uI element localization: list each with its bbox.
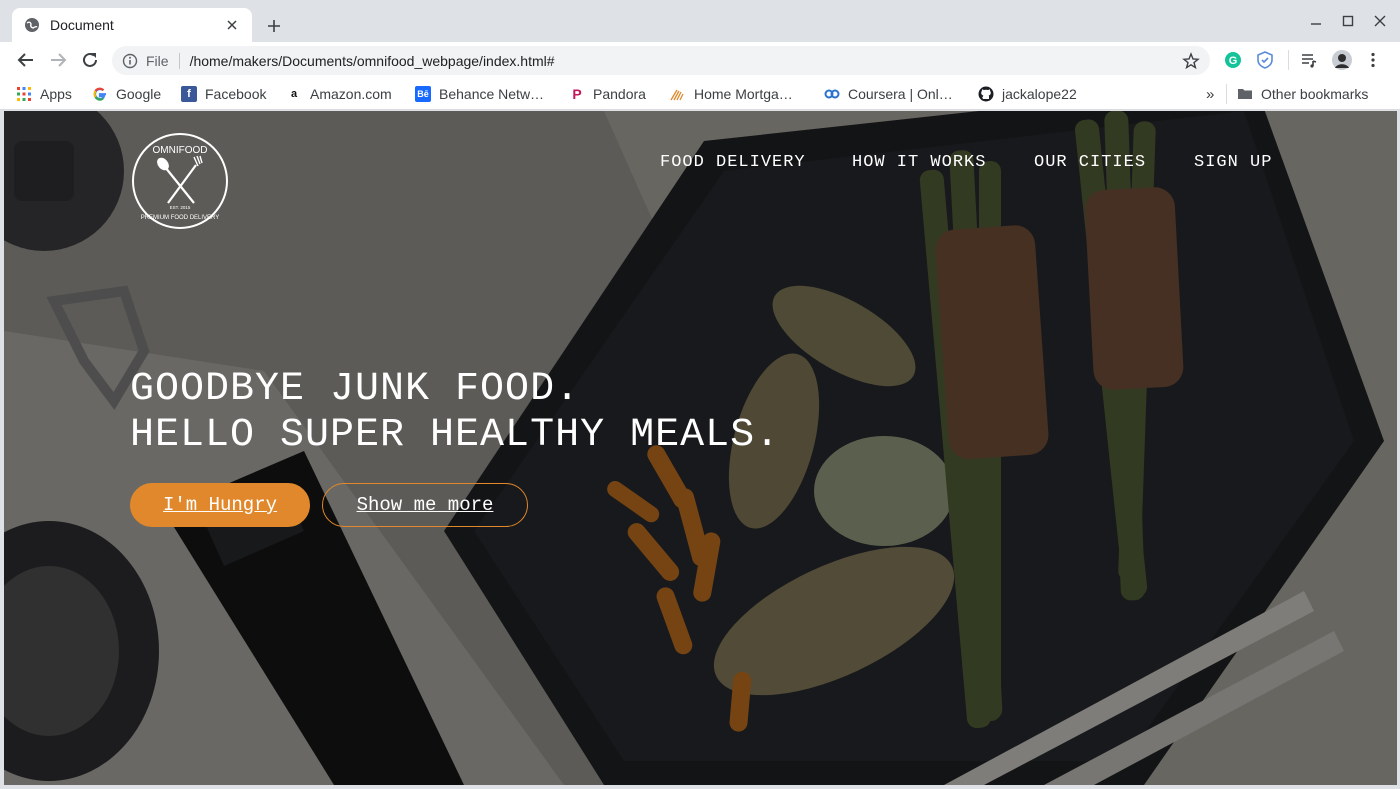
grammarly-icon[interactable]: G bbox=[1224, 51, 1242, 69]
nav-our-cities[interactable]: OUR CITIES bbox=[1034, 153, 1146, 172]
info-icon[interactable] bbox=[122, 53, 138, 69]
media-queue-icon[interactable] bbox=[1300, 51, 1318, 69]
page-viewport: OMNIFOOD EST. 2015 PREMIUM FOOD DELIVERY… bbox=[4, 111, 1397, 785]
maximize-icon[interactable] bbox=[1337, 10, 1359, 32]
address-bar[interactable]: File /home/makers/Documents/omnifood_web… bbox=[112, 46, 1210, 75]
svg-text:G: G bbox=[1229, 55, 1238, 67]
github-icon bbox=[978, 86, 994, 102]
new-tab-icon[interactable] bbox=[262, 14, 286, 38]
window-close-icon[interactable] bbox=[1369, 10, 1391, 32]
tab-strip: Document bbox=[0, 0, 1400, 42]
kebab-menu-icon[interactable] bbox=[1364, 51, 1382, 69]
other-bookmarks-folder[interactable]: Other bookmarks bbox=[1237, 84, 1368, 104]
coursera-icon bbox=[824, 86, 840, 102]
bookmark-label: Home Mortga… bbox=[694, 86, 793, 102]
forward-arrow-icon[interactable] bbox=[46, 48, 70, 72]
hero-heading-line-1: GOODBYE JUNK FOOD. bbox=[130, 367, 581, 412]
bookmark-apps[interactable]: Apps bbox=[16, 84, 72, 104]
close-tab-icon[interactable] bbox=[224, 17, 240, 33]
bookmark-label: Facebook bbox=[205, 86, 267, 102]
bookmarks-overflow-chevron-icon[interactable]: » bbox=[1206, 84, 1214, 104]
url-text[interactable]: /home/makers/Documents/omnifood_webpage/… bbox=[190, 53, 1182, 69]
omnifood-logo[interactable]: OMNIFOOD EST. 2015 PREMIUM FOOD DELIVERY bbox=[130, 131, 230, 231]
shield-extension-icon[interactable] bbox=[1256, 51, 1274, 69]
facebook-icon: f bbox=[181, 86, 197, 102]
browser-tab[interactable]: Document bbox=[12, 8, 252, 42]
bookmark-star-icon[interactable] bbox=[1182, 51, 1200, 70]
toolbar-divider bbox=[1288, 50, 1289, 70]
nav-food-delivery[interactable]: FOOD DELIVERY bbox=[660, 153, 806, 172]
bookmark-facebook[interactable]: f Facebook bbox=[181, 84, 266, 104]
home-mortgage-icon bbox=[670, 86, 686, 102]
bookmark-github[interactable]: jackalope22 bbox=[978, 84, 1077, 104]
logo-est: EST. 2015 bbox=[170, 205, 191, 210]
nav-how-it-works[interactable]: HOW IT WORKS bbox=[852, 153, 986, 172]
bookmark-google[interactable]: Google bbox=[92, 84, 161, 104]
bookmark-coursera[interactable]: Coursera | Onl… bbox=[824, 84, 953, 104]
url-divider bbox=[178, 52, 180, 69]
im-hungry-button[interactable]: I'm Hungry bbox=[130, 483, 310, 527]
globe-icon bbox=[24, 17, 40, 33]
bookmarks-divider bbox=[1226, 84, 1227, 104]
hero-heading-line-2: HELLO SUPER HEALTHY MEALS. bbox=[130, 413, 781, 458]
logo-title: OMNIFOOD bbox=[153, 145, 208, 156]
hero-heading: GOODBYE JUNK FOOD. HELLO SUPER HEALTHY M… bbox=[130, 367, 780, 459]
bookmark-home-mortgage[interactable]: Home Mortga… bbox=[670, 84, 793, 104]
avatar[interactable] bbox=[1332, 50, 1352, 70]
url-scheme: File bbox=[146, 52, 169, 69]
bookmark-label: Amazon.com bbox=[310, 86, 392, 102]
tab-title: Document bbox=[50, 17, 114, 33]
minimize-icon[interactable] bbox=[1305, 10, 1327, 32]
pandora-icon: P bbox=[572, 86, 582, 102]
bookmark-label: Apps bbox=[40, 86, 72, 102]
logo-subtitle: PREMIUM FOOD DELIVERY bbox=[141, 215, 220, 221]
bookmark-label: Pandora bbox=[593, 86, 646, 102]
nav-sign-up[interactable]: SIGN UP bbox=[1194, 153, 1272, 172]
browser-toolbar: File /home/makers/Documents/omnifood_web… bbox=[0, 42, 1400, 78]
back-arrow-icon[interactable] bbox=[14, 48, 38, 72]
bookmark-behance[interactable]: Bē Behance Netw… bbox=[415, 84, 544, 104]
bookmark-label: Google bbox=[116, 86, 162, 102]
bookmark-label: Coursera | Onl… bbox=[848, 86, 953, 102]
bookmark-amazon[interactable]: a Amazon.com bbox=[286, 84, 392, 104]
show-me-more-button[interactable]: Show me more bbox=[322, 483, 528, 527]
amazon-icon: a bbox=[290, 88, 298, 100]
folder-icon bbox=[1237, 86, 1253, 102]
bookmark-label: Behance Netw… bbox=[439, 86, 545, 102]
bookmark-pandora[interactable]: P Pandora bbox=[569, 84, 646, 104]
bookmark-label: jackalope22 bbox=[1002, 86, 1077, 102]
apps-grid-icon bbox=[16, 86, 32, 102]
other-bookmarks-label: Other bookmarks bbox=[1261, 86, 1369, 102]
behance-icon: Bē bbox=[415, 86, 431, 102]
bookmarks-bar: Apps Google f Facebook a Amazon.com Bē B… bbox=[0, 78, 1400, 110]
reload-icon[interactable] bbox=[78, 48, 102, 72]
google-icon bbox=[92, 86, 108, 102]
